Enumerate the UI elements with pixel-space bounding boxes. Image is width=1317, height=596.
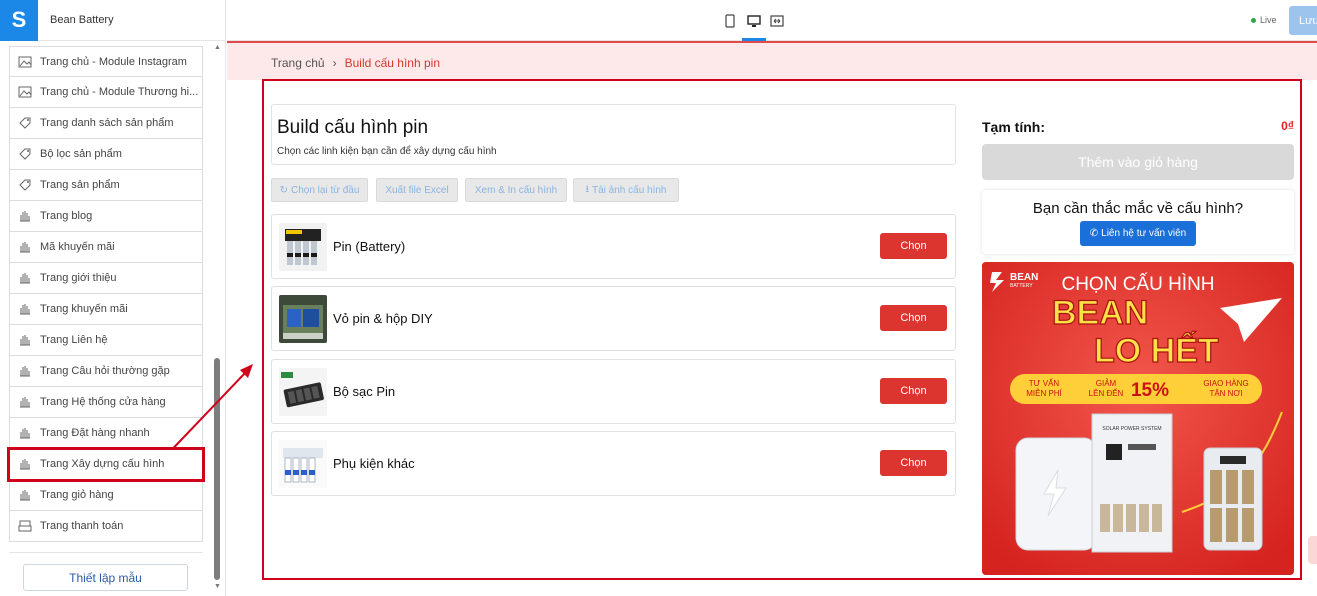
sidebar-item[interactable]: Trang Xây dựng cấu hình (7, 447, 205, 482)
sidebar-item[interactable]: Trang khuyến mãi (9, 294, 203, 325)
tag-icon (18, 116, 32, 130)
sidebar-item-label: Trang chủ - Module Thương hi... (40, 86, 199, 98)
scroll-down-arrow[interactable]: ▼ (214, 583, 221, 590)
sidebar-item-label: Trang giỏ hàng (40, 489, 114, 501)
sidebar-item[interactable]: Trang Đặt hàng nhanh (9, 418, 203, 449)
cart-icon (18, 519, 32, 533)
hand-icon (18, 271, 32, 285)
side-tab[interactable] (1308, 536, 1317, 564)
sidebar: S Bean Battery Trang chủ - Module Instag… (0, 0, 226, 596)
sidebar-item[interactable]: Trang thanh toán (9, 511, 203, 542)
hand-icon (18, 457, 32, 471)
sidebar-item-label: Trang chủ - Module Instagram (40, 55, 187, 68)
hand-icon (18, 426, 32, 440)
sidebar-item[interactable]: Trang chủ - Module Instagram (9, 46, 203, 77)
sidebar-item-label: Bộ lọc sản phẩm (40, 148, 122, 160)
mobile-icon[interactable] (722, 13, 738, 29)
sidebar-item[interactable]: Trang sản phẩm (9, 170, 203, 201)
sidebar-item[interactable]: Trang giỏ hàng (9, 480, 203, 511)
sidebar-item-label: Trang danh sách sản phẩm (40, 117, 174, 129)
sidebar-item[interactable]: Trang blog (9, 201, 203, 232)
scroll-up-arrow[interactable]: ▲ (214, 44, 221, 51)
breadcrumb-home[interactable]: Trang chủ (271, 56, 325, 70)
hand-icon (18, 488, 32, 502)
fullwidth-icon[interactable] (769, 13, 785, 29)
store-name: Bean Battery (50, 14, 114, 26)
hand-icon (18, 333, 32, 347)
brand-bar: S Bean Battery (0, 0, 225, 41)
sidebar-item[interactable]: Trang chủ - Module Thương hi... (9, 77, 203, 108)
sidebar-item-label: Trang Câu hỏi thường gặp (40, 365, 170, 377)
breadcrumb: Trang chủ › Build cấu hình pin (271, 56, 440, 70)
tag-icon (18, 147, 32, 161)
template-menu: Trang chủ - Module Instagram Trang chủ - … (7, 46, 205, 542)
sidebar-item-label: Trang khuyến mãi (40, 303, 128, 315)
hand-icon (18, 209, 32, 223)
sidebar-item-label: Trang sản phẩm (40, 179, 120, 191)
setup-template-button[interactable]: Thiết lập mẫu (23, 564, 188, 591)
sidebar-item-label: Trang Hệ thống cửa hàng (40, 396, 166, 408)
live-label: Live (1260, 15, 1277, 25)
sidebar-item[interactable]: Trang Liên hệ (9, 325, 203, 356)
save-button[interactable]: Lưu (1289, 6, 1317, 35)
sidebar-item-label: Mã khuyến mãi (40, 241, 115, 253)
sidebar-item-label: Trang Xây dựng cấu hình (40, 458, 165, 470)
breadcrumb-current: Build cấu hình pin (344, 56, 440, 70)
hand-icon (18, 364, 32, 378)
scrollbar-thumb[interactable] (214, 358, 220, 580)
hand-icon (18, 302, 32, 316)
sidebar-item[interactable]: Mã khuyến mãi (9, 232, 203, 263)
sidebar-item-label: Trang Đặt hàng nhanh (40, 427, 150, 439)
sidebar-item-label: Trang blog (40, 210, 93, 222)
breadcrumb-bar: Trang chủ › Build cấu hình pin (227, 43, 1317, 80)
breadcrumb-separator: › (332, 56, 337, 70)
live-status: Live (1251, 15, 1277, 25)
image-icon (18, 85, 32, 99)
sidebar-item-label: Trang giới thiệu (40, 272, 117, 284)
sidebar-item[interactable]: Trang Hệ thống cửa hàng (9, 387, 203, 418)
live-dot-icon (1251, 17, 1256, 23)
sidebar-item-label: Trang Liên hệ (40, 334, 108, 346)
desktop-icon[interactable] (746, 13, 762, 29)
image-icon (18, 55, 32, 69)
sidebar-item[interactable]: Bộ lọc sản phẩm (9, 139, 203, 170)
sidebar-divider (9, 552, 203, 553)
sidebar-item[interactable]: Trang danh sách sản phẩm (9, 108, 203, 139)
sidebar-item[interactable]: Trang Câu hỏi thường gặp (9, 356, 203, 387)
sidebar-item[interactable]: Trang giới thiệu (9, 263, 203, 294)
hand-icon (18, 240, 32, 254)
editor-topbar: Live Lưu (227, 0, 1317, 41)
app-logo[interactable]: S (0, 0, 38, 41)
hand-icon (18, 395, 32, 409)
highlight-frame (262, 79, 1302, 580)
tag-icon (18, 178, 32, 192)
sidebar-item-label: Trang thanh toán (40, 520, 124, 532)
